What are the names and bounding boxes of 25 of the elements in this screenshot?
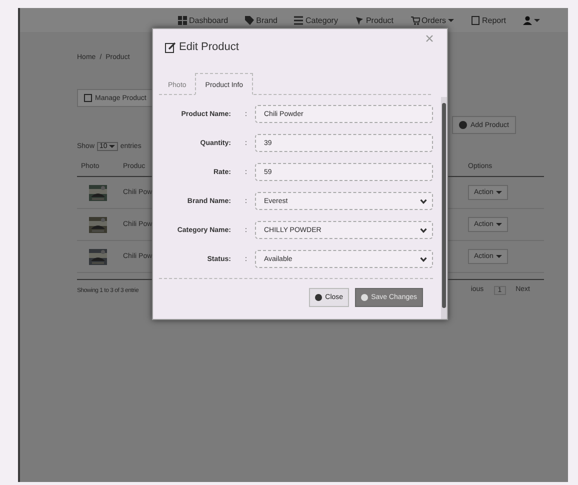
tag-icon <box>245 16 254 24</box>
caret-icon <box>496 254 502 259</box>
nav-link[interactable]: Dashboard <box>178 16 228 24</box>
caret-icon <box>496 222 502 227</box>
list-icon <box>294 16 304 24</box>
close-icon <box>426 35 433 42</box>
scrollbar[interactable] <box>441 97 447 319</box>
user-icon <box>523 16 532 24</box>
nav-link[interactable]: Report <box>470 16 506 24</box>
cart-icon <box>410 16 420 24</box>
nav-link[interactable]: Product <box>354 16 394 24</box>
grid-icon <box>178 16 187 24</box>
nav-link[interactable]: Brand <box>245 16 278 24</box>
nav-link[interactable]: Orders <box>410 16 454 24</box>
nav-link[interactable] <box>523 16 540 24</box>
nav-link[interactable]: Category <box>294 16 338 24</box>
chevron-icon <box>420 228 427 232</box>
caret-icon <box>109 144 116 149</box>
scrollbar-thumb[interactable] <box>442 103 446 308</box>
chevron-icon <box>420 198 427 204</box>
caret-icon <box>496 190 502 195</box>
close-circle-icon <box>315 294 322 301</box>
check-circle-icon <box>361 294 368 301</box>
chevron-icon <box>420 256 427 262</box>
modal-title: Edit Product <box>179 41 239 53</box>
